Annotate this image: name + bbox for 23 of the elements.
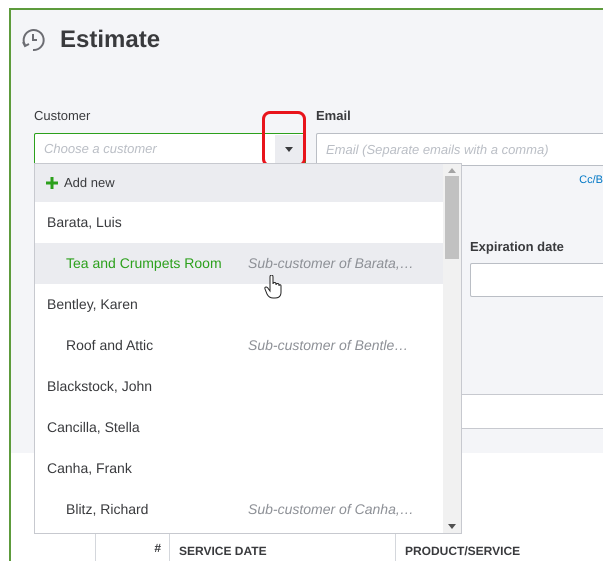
scroll-down-icon[interactable]	[448, 524, 456, 529]
caret-icon	[285, 146, 293, 152]
dropdown-button[interactable]	[275, 134, 303, 164]
column-header: PRODUCT/SERVICE	[405, 544, 520, 558]
sub-customer-note: Sub-customer of Bentle…	[248, 336, 408, 355]
hand-cursor-icon	[264, 275, 282, 299]
clock-icon	[20, 27, 46, 53]
expiration-date-label: Expiration date	[470, 238, 565, 256]
scrollbar[interactable]	[443, 164, 461, 533]
sub-customer-note: Sub-customer of Barata,…	[248, 254, 414, 273]
page-title: Estimate	[60, 25, 160, 55]
column-header: #	[154, 540, 161, 557]
email-label: Email	[316, 107, 352, 125]
email-field[interactable]: Email (Separate emails with a comma)	[316, 132, 603, 166]
cc-bcc-link[interactable]: Cc/B	[579, 172, 603, 188]
scroll-up-icon[interactable]	[448, 168, 456, 173]
plus-icon	[46, 177, 58, 189]
customer-label: Customer	[34, 107, 92, 125]
sub-customer-note: Sub-customer of Canha,…	[248, 500, 414, 519]
add-new-option[interactable]: Add new	[35, 164, 443, 202]
scrollbar-thumb[interactable]	[445, 176, 459, 259]
expiration-date-field[interactable]	[470, 262, 603, 296]
column-header: SERVICE DATE	[179, 544, 267, 558]
